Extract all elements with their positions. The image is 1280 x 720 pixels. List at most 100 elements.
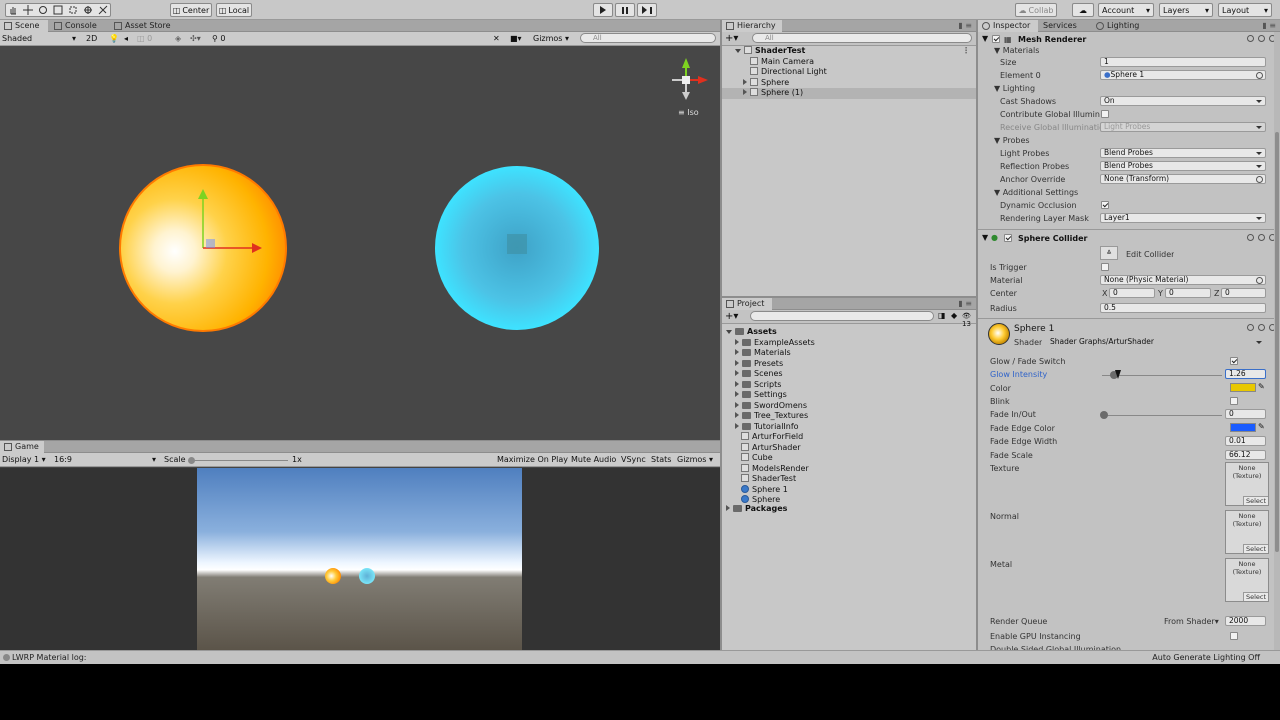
project-folder-item[interactable]: SwordOmens (722, 401, 976, 412)
scale-slider-thumb[interactable] (188, 457, 195, 464)
project-asset-item[interactable]: ArturShader (722, 442, 976, 454)
hidden-objects-counter[interactable]: ⚲ 0 (212, 33, 226, 45)
label-filter-icon[interactable]: ◆ (951, 311, 957, 320)
project-asset-item[interactable]: ArturForField (722, 432, 976, 443)
shader-dropdown[interactable]: Shader Graphs/ArturShader (1046, 337, 1266, 347)
render-queue-field[interactable]: 2000 (1225, 616, 1266, 626)
scene-camera-icon[interactable]: ✣▾ (190, 33, 201, 45)
create-asset-button[interactable]: +▾ (725, 310, 738, 323)
project-folder-item[interactable]: TutorialInfo (722, 422, 976, 433)
render-queue-mode-dropdown[interactable]: From Shader▾ (1164, 617, 1219, 626)
tab-game[interactable]: Game (0, 441, 44, 453)
panel-menu-icon[interactable]: ▮ ≡ (958, 299, 972, 308)
account-dropdown[interactable]: Account ▾ (1098, 3, 1154, 17)
expand-icon[interactable] (743, 89, 747, 95)
tab-scene[interactable]: Scene (0, 20, 48, 32)
vsync-button[interactable]: VSync (621, 454, 646, 466)
rotate-tool-icon[interactable] (37, 3, 50, 17)
scrollbar-thumb[interactable] (1275, 132, 1279, 552)
move-tool-icon[interactable] (22, 3, 35, 17)
blink-checkbox[interactable] (1230, 397, 1238, 405)
display-dropdown[interactable]: Display 1 ▾ (2, 454, 46, 466)
tab-hierarchy[interactable]: Hierarchy (722, 20, 782, 32)
collab-button[interactable]: ☁ Collab (1015, 3, 1057, 17)
cast-shadows-dropdown[interactable]: On (1100, 96, 1266, 106)
fade-scale-field[interactable]: 66.12 (1225, 450, 1266, 460)
tools-icon[interactable]: ✕ (493, 33, 500, 45)
cloud-button[interactable]: ☁ (1072, 3, 1094, 17)
tab-lighting[interactable]: Lighting (1092, 20, 1148, 32)
center-y-field[interactable]: 0 (1165, 288, 1211, 298)
dynamic-occlusion-checkbox[interactable] (1101, 201, 1109, 209)
rendering-layer-dropdown[interactable]: Layer1 (1100, 213, 1266, 223)
pause-button[interactable] (615, 3, 635, 17)
gizmos-dropdown[interactable]: Gizmos ▾ (533, 33, 569, 45)
edit-collider-button[interactable]: ⩓ (1100, 246, 1118, 260)
glow-fade-switch-checkbox[interactable] (1230, 357, 1238, 365)
lighting-foldout[interactable]: ▼ Lighting (994, 84, 1035, 93)
project-search-input[interactable] (750, 311, 934, 321)
layout-dropdown[interactable]: Layout ▾ (1218, 3, 1272, 17)
center-x-field[interactable]: 0 (1109, 288, 1155, 298)
orientation-gizmo[interactable] (672, 58, 708, 100)
probes-foldout[interactable]: ▼ Probes (994, 136, 1030, 145)
metal-slot[interactable]: None (Texture) Select (1225, 558, 1269, 602)
collapse-icon[interactable]: ▼ (982, 233, 988, 242)
packages-folder[interactable]: Packages (722, 504, 976, 515)
scene-menu-icon[interactable]: ⋮ (962, 46, 970, 57)
radius-field[interactable]: 0.5 (1100, 303, 1266, 313)
custom-tool-icon[interactable] (97, 3, 110, 17)
sphere-collider-enabled-checkbox[interactable] (1004, 234, 1012, 242)
project-asset-item[interactable]: Sphere 1 (722, 484, 976, 496)
project-folder-item[interactable]: Settings (722, 390, 976, 401)
scale-slider[interactable] (190, 460, 288, 461)
expand-icon[interactable] (726, 504, 730, 511)
audio-toggle-icon[interactable]: ◂ (124, 33, 128, 45)
panel-menu-icon[interactable]: ▮ ≡ (1262, 21, 1276, 30)
panel-divider[interactable] (720, 20, 722, 650)
scene-search-input[interactable]: All (580, 33, 716, 43)
expand-icon[interactable] (735, 401, 739, 408)
component-menu-icons[interactable] (1247, 35, 1276, 42)
center-z-field[interactable]: 0 (1221, 288, 1266, 298)
expand-icon[interactable] (735, 391, 739, 397)
reflection-probes-dropdown[interactable]: Blend Probes (1100, 161, 1266, 171)
expand-icon[interactable] (735, 338, 739, 345)
filter-icon[interactable]: ◨ (938, 311, 946, 320)
project-asset-item[interactable]: ModelsRender (722, 463, 976, 475)
metal-select-button[interactable]: Select (1242, 592, 1268, 601)
light-probes-dropdown[interactable]: Blend Probes (1100, 148, 1266, 158)
list-item[interactable]: Directional Light (722, 67, 976, 78)
scene-visibility-icon[interactable]: ◈ (175, 33, 181, 45)
normal-select-button[interactable]: Select (1242, 544, 1268, 553)
scale-tool-icon[interactable] (52, 3, 65, 17)
expand-icon[interactable] (735, 370, 739, 376)
materials-foldout[interactable]: ▼ Materials (994, 46, 1039, 55)
tab-project[interactable]: Project (722, 298, 772, 310)
glow-intensity-field[interactable]: 1.26 (1225, 369, 1266, 379)
texture-select-button[interactable]: Select (1242, 496, 1268, 505)
tab-console[interactable]: Console (50, 20, 108, 32)
eyedropper-icon[interactable]: ✎ (1258, 382, 1265, 391)
sphere-cyan[interactable] (435, 166, 599, 330)
color-swatch[interactable] (1230, 383, 1256, 392)
create-button[interactable]: +▾ (725, 32, 738, 45)
scene-root[interactable]: ShaderTest ⋮ (722, 46, 976, 57)
normal-slot[interactable]: None (Texture) Select (1225, 510, 1269, 554)
mesh-renderer-header[interactable]: ▼ ▦ Mesh Renderer (978, 32, 1280, 46)
stats-button[interactable]: Stats (651, 454, 671, 466)
game-viewport[interactable] (197, 468, 522, 650)
receive-gi-dropdown[interactable]: Light Probes (1100, 122, 1266, 132)
game-gizmos-dropdown[interactable]: Gizmos ▾ (677, 454, 713, 466)
tab-services[interactable]: Services (1038, 20, 1094, 32)
pivot-rotation-button[interactable]: ◫ Local (216, 3, 252, 17)
2d-toggle[interactable]: 2D (86, 33, 97, 45)
hand-tool-icon[interactable] (7, 3, 20, 17)
expand-icon[interactable] (735, 49, 741, 53)
expand-icon[interactable] (735, 412, 739, 418)
expand-icon[interactable] (735, 349, 739, 355)
fade-inout-field[interactable]: 0 (1225, 409, 1266, 419)
list-item[interactable]: Main Camera (722, 56, 976, 68)
hierarchy-search-input[interactable]: All (752, 33, 972, 43)
texture-slot[interactable]: None (Texture) Select (1225, 462, 1269, 506)
